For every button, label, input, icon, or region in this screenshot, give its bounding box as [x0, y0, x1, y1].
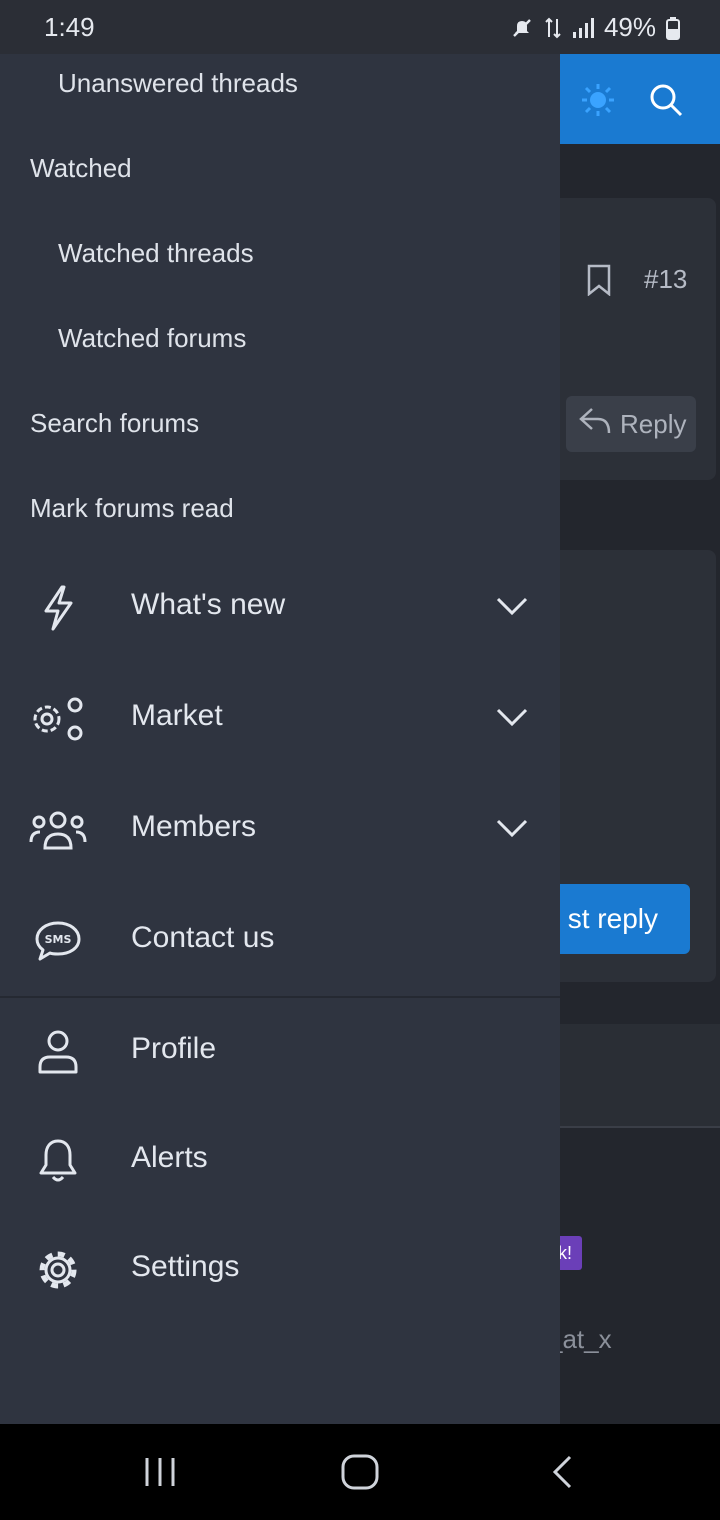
status-time: 1:49 [44, 12, 95, 42]
bolt-icon [28, 578, 88, 638]
nav-market-label: Market [131, 699, 223, 732]
nav-alerts-label: Alerts [131, 1141, 208, 1174]
post-number[interactable]: #13 [644, 264, 687, 295]
theme-icon[interactable] [580, 82, 616, 123]
data-icon [544, 16, 562, 40]
nav-profile-label: Profile [131, 1032, 217, 1065]
navigation-drawer: Unanswered threads Watched Watched threa… [0, 54, 560, 1424]
recent-apps-icon[interactable] [142, 1454, 178, 1495]
chevron-down-icon[interactable] [494, 588, 530, 629]
link-unanswered-threads[interactable]: Unanswered threads [58, 68, 298, 99]
link-mark-forums-read[interactable]: Mark forums read [30, 493, 234, 524]
gears-icon [28, 689, 88, 749]
back-icon[interactable] [548, 1454, 578, 1495]
nav-whats-new-label: What's new [131, 588, 286, 621]
link-watched-forums[interactable]: Watched forums [58, 323, 246, 354]
mute-icon [510, 16, 534, 40]
link-watched-threads[interactable]: Watched threads [58, 238, 254, 269]
nav-settings[interactable]: Settings [0, 1214, 560, 1324]
svg-text:SMS: SMS [45, 933, 72, 946]
nav-whats-new[interactable]: What's new [0, 552, 560, 662]
battery-percent: 49% [603, 12, 656, 42]
reply-label: Reply [620, 408, 687, 439]
nav-members[interactable]: Members [0, 774, 560, 884]
search-icon[interactable] [648, 82, 684, 123]
chevron-down-icon[interactable] [494, 699, 530, 740]
nav-settings-label: Settings [131, 1250, 240, 1283]
reply-button[interactable]: Reply [566, 396, 696, 452]
status-icons: 49% [510, 12, 680, 43]
battery-icon [666, 16, 680, 40]
nav-members-label: Members [131, 810, 257, 843]
post-reply-label: st reply [567, 903, 658, 934]
status-bar: 1:49 49% [0, 0, 720, 54]
link-search-forums[interactable]: Search forums [30, 408, 199, 439]
bookmark-icon[interactable] [586, 264, 612, 301]
nav-alerts[interactable]: Alerts [0, 1105, 560, 1215]
users-icon [28, 800, 88, 860]
nav-contact-us-label: Contact us [131, 921, 275, 954]
reply-icon [578, 406, 612, 443]
user-icon [28, 1022, 88, 1082]
nav-market[interactable]: Market [0, 663, 560, 773]
home-icon[interactable] [340, 1454, 380, 1495]
nav-profile[interactable]: Profile [0, 996, 560, 1106]
nav-contact-us[interactable]: SMS Contact us [0, 885, 560, 995]
signal-icon [572, 16, 594, 40]
gear-icon [28, 1240, 88, 1300]
link-watched[interactable]: Watched [30, 153, 132, 184]
system-nav-bar [0, 1424, 720, 1520]
chevron-down-icon[interactable] [494, 810, 530, 851]
sms-icon: SMS [28, 911, 88, 971]
bell-icon [28, 1131, 88, 1191]
